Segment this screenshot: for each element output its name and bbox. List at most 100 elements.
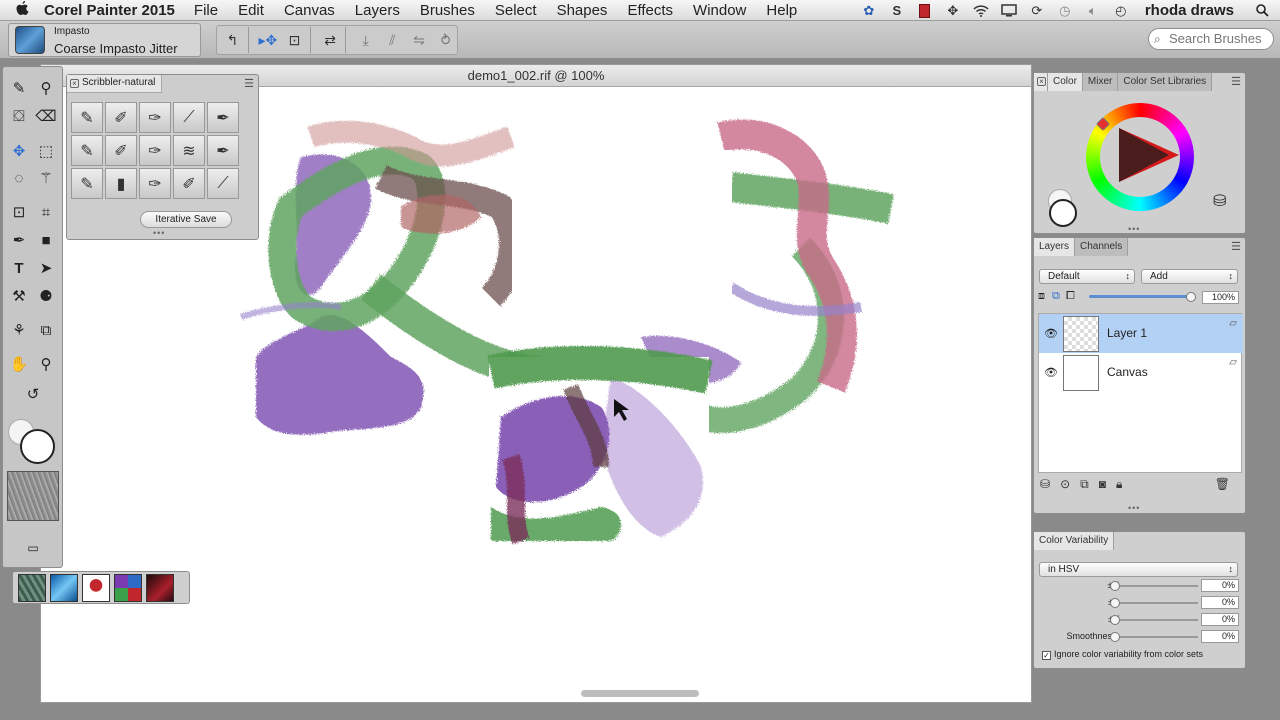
layer-row-canvas[interactable]: 👁︎ Canvas ▱ [1039,353,1243,392]
mirror-tool-icon[interactable]: ⧉ [35,319,57,341]
brush-icon[interactable]: ✑ [139,102,171,133]
transform-icon[interactable]: ⊡ [283,28,306,52]
brush-icon[interactable]: ⟋ [173,102,205,133]
brush-icon[interactable]: ✑ [139,168,171,199]
eye-icon[interactable]: 👁︎ [1044,327,1058,340]
variability-mode-select[interactable]: in HSV [1039,562,1238,577]
search-brushes-input[interactable]: ⌕ Search Brushes [1148,28,1274,50]
brush-icon[interactable]: ✐ [105,135,137,166]
move-arrows-icon[interactable]: ✥ [943,3,963,19]
rotate-page-icon[interactable]: ↺ [22,383,44,405]
pattern-media-icon[interactable] [82,573,110,602]
opacity-slider[interactable] [1089,295,1193,298]
slider-knob[interactable] [1110,632,1120,642]
layer-commands-icon[interactable]: ⛁ [1040,477,1050,493]
sync-icon[interactable]: ⟳ [1027,3,1047,19]
tab-color[interactable]: Color [1048,73,1083,91]
screen-record-icon[interactable] [915,3,935,19]
menu-edit[interactable]: Edit [238,2,264,19]
rectangle-shape-icon[interactable]: ■ [35,229,57,251]
value-variability-value[interactable]: 0% [1201,613,1239,626]
preserve-transparency-icon[interactable]: ⧠ [1066,290,1075,303]
new-layer-group-icon[interactable]: ⧉ [1080,477,1089,493]
tab-color-variability[interactable]: Color Variability [1034,532,1115,550]
screen-mode-icon[interactable]: ▭ [22,537,44,559]
tab-mixer[interactable]: Mixer [1082,73,1119,91]
brush-library-tab[interactable]: × Scribbler-natural [67,75,163,93]
crop-tool-icon[interactable]: ⌗ [35,201,57,223]
display-icon[interactable] [999,3,1019,19]
eraser-tool-icon[interactable]: ⌫ [35,105,57,127]
panel-menu-icon[interactable]: ☰ [244,77,254,90]
skype-icon[interactable]: S [887,3,907,19]
user-name[interactable]: rhoda draws [1145,2,1234,19]
smoothness-value[interactable]: 0% [1201,630,1239,643]
menu-shapes[interactable]: Shapes [557,2,608,19]
gradient-media-icon[interactable] [50,573,78,602]
wifi-icon[interactable] [971,3,991,19]
resize-grip[interactable]: ••• [1128,224,1140,234]
layer-adjuster-tool-icon[interactable]: ✥ [8,140,30,162]
lock-transparency-icon[interactable]: ⧈ [1038,290,1045,303]
rubber-stamp-icon[interactable]: ⚈ [35,285,57,307]
tab-channels[interactable]: Channels [1075,238,1129,256]
weave-media-icon[interactable] [114,573,142,602]
clock-icon[interactable]: ◴ [1111,3,1131,19]
color-stamp-icon[interactable]: ⛁ [1213,191,1226,211]
paper-texture-swatch[interactable] [7,471,59,521]
panel-menu-icon[interactable]: ☰ [1231,75,1241,88]
hue-variability-slider[interactable] [1114,585,1198,587]
distribute-icon[interactable]: ⫽ [381,28,404,52]
pen-tool-icon[interactable]: ✒ [8,229,30,251]
menu-select[interactable]: Select [495,2,537,19]
brush-icon[interactable]: ✎ [71,102,103,133]
close-icon[interactable]: × [70,79,79,88]
saturation-variability-value[interactable]: 0% [1201,596,1239,609]
dropper-tool-icon[interactable]: ⚲ [35,77,57,99]
menu-layers[interactable]: Layers [355,2,400,19]
slider-knob[interactable] [1110,615,1120,625]
opacity-slider-knob[interactable] [1186,292,1196,302]
ignore-color-sets-checkbox[interactable]: ✓ Ignore color variability from color set… [1042,649,1203,660]
transform-tool-icon[interactable]: ⊡ [8,201,30,223]
brush-icon[interactable]: ✐ [173,168,205,199]
brush-icon[interactable]: ✒ [207,102,239,133]
magnifier-icon[interactable]: ⚲ [35,353,57,375]
eye-icon[interactable]: 👁︎ [1044,366,1058,379]
pick-up-underlying-icon[interactable]: ⧉ [1052,290,1060,303]
text-tool-icon[interactable]: T [8,257,30,279]
reset-tool-icon[interactable]: ↰ [221,28,244,52]
brush-icon[interactable]: ⟋ [207,168,239,199]
magic-wand-icon[interactable]: ⚚ [35,167,57,189]
value-variability-slider[interactable] [1114,619,1198,621]
brush-icon[interactable]: ✎ [71,168,103,199]
app-name-menu[interactable]: Corel Painter 2015 [44,2,175,19]
hue-variability-value[interactable]: 0% [1201,579,1239,592]
layer-mask-icon[interactable]: ◙ [1099,477,1106,493]
time-machine-icon[interactable]: ◷ [1055,3,1075,19]
composite-method-select[interactable]: Default [1039,269,1135,284]
slider-knob[interactable] [1110,581,1120,591]
menu-window[interactable]: Window [693,2,746,19]
layer-row-layer-1[interactable]: 👁︎ Layer 1 ▱ [1039,314,1243,353]
panel-menu-icon[interactable]: ☰ [1231,240,1241,253]
opacity-value[interactable]: 100% [1202,291,1239,304]
checkmark-icon[interactable]: ✓ [1042,651,1051,660]
gear-cluster-icon[interactable]: ✿ [859,3,879,19]
tab-color-set-libraries[interactable]: Color Set Libraries [1118,73,1213,91]
trash-icon[interactable]: 🗑︎ [1215,477,1230,493]
rect-select-icon[interactable]: ⬚ [35,140,57,162]
spotlight-search-icon[interactable] [1252,3,1272,19]
close-icon[interactable]: × [1034,73,1048,91]
flip-icon[interactable]: ⇋ [408,28,431,52]
paper-media-icon[interactable] [18,573,46,602]
dynamic-plugins-icon[interactable]: ⊙ [1060,477,1070,493]
tab-layers[interactable]: Layers [1034,238,1076,256]
iterative-save-button[interactable]: Iterative Save [140,211,232,228]
apple-logo-icon[interactable] [0,0,44,20]
resize-grip[interactable]: ••• [1128,503,1140,513]
smoothness-slider[interactable] [1114,636,1198,638]
brush-icon[interactable]: ≋ [173,135,205,166]
rotate-icon[interactable]: ⥁ [434,28,457,52]
resize-grip[interactable]: ••• [153,228,165,238]
